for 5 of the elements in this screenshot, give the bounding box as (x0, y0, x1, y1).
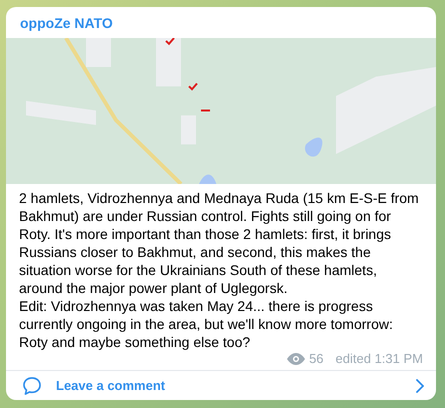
channel-name[interactable]: oppoZe NATO (6, 7, 436, 38)
view-count: 56 (309, 351, 324, 367)
message-text: 2 hamlets, Vidrozhennya and Mednaya Ruda (15 km E-S-E from Bakhmut) are under Russian control. Fights still going on for Roty. It's more important than those 2 hamlets: first, it brings Russians closer to Bakhmut, and second, this makes the situation worse for the Ukrainians South of these hamlets, around the major power plant of Uglegorsk. Edit: Vidrozhennya was taken May 24... there is progress currently ongoing in the area, but we'll know more tomorrow: Roty and maybe something else too? (19, 189, 420, 351)
leave-comment-link[interactable]: Leave a comment (56, 376, 166, 396)
edited-time: edited 1:31 PM (336, 351, 423, 367)
